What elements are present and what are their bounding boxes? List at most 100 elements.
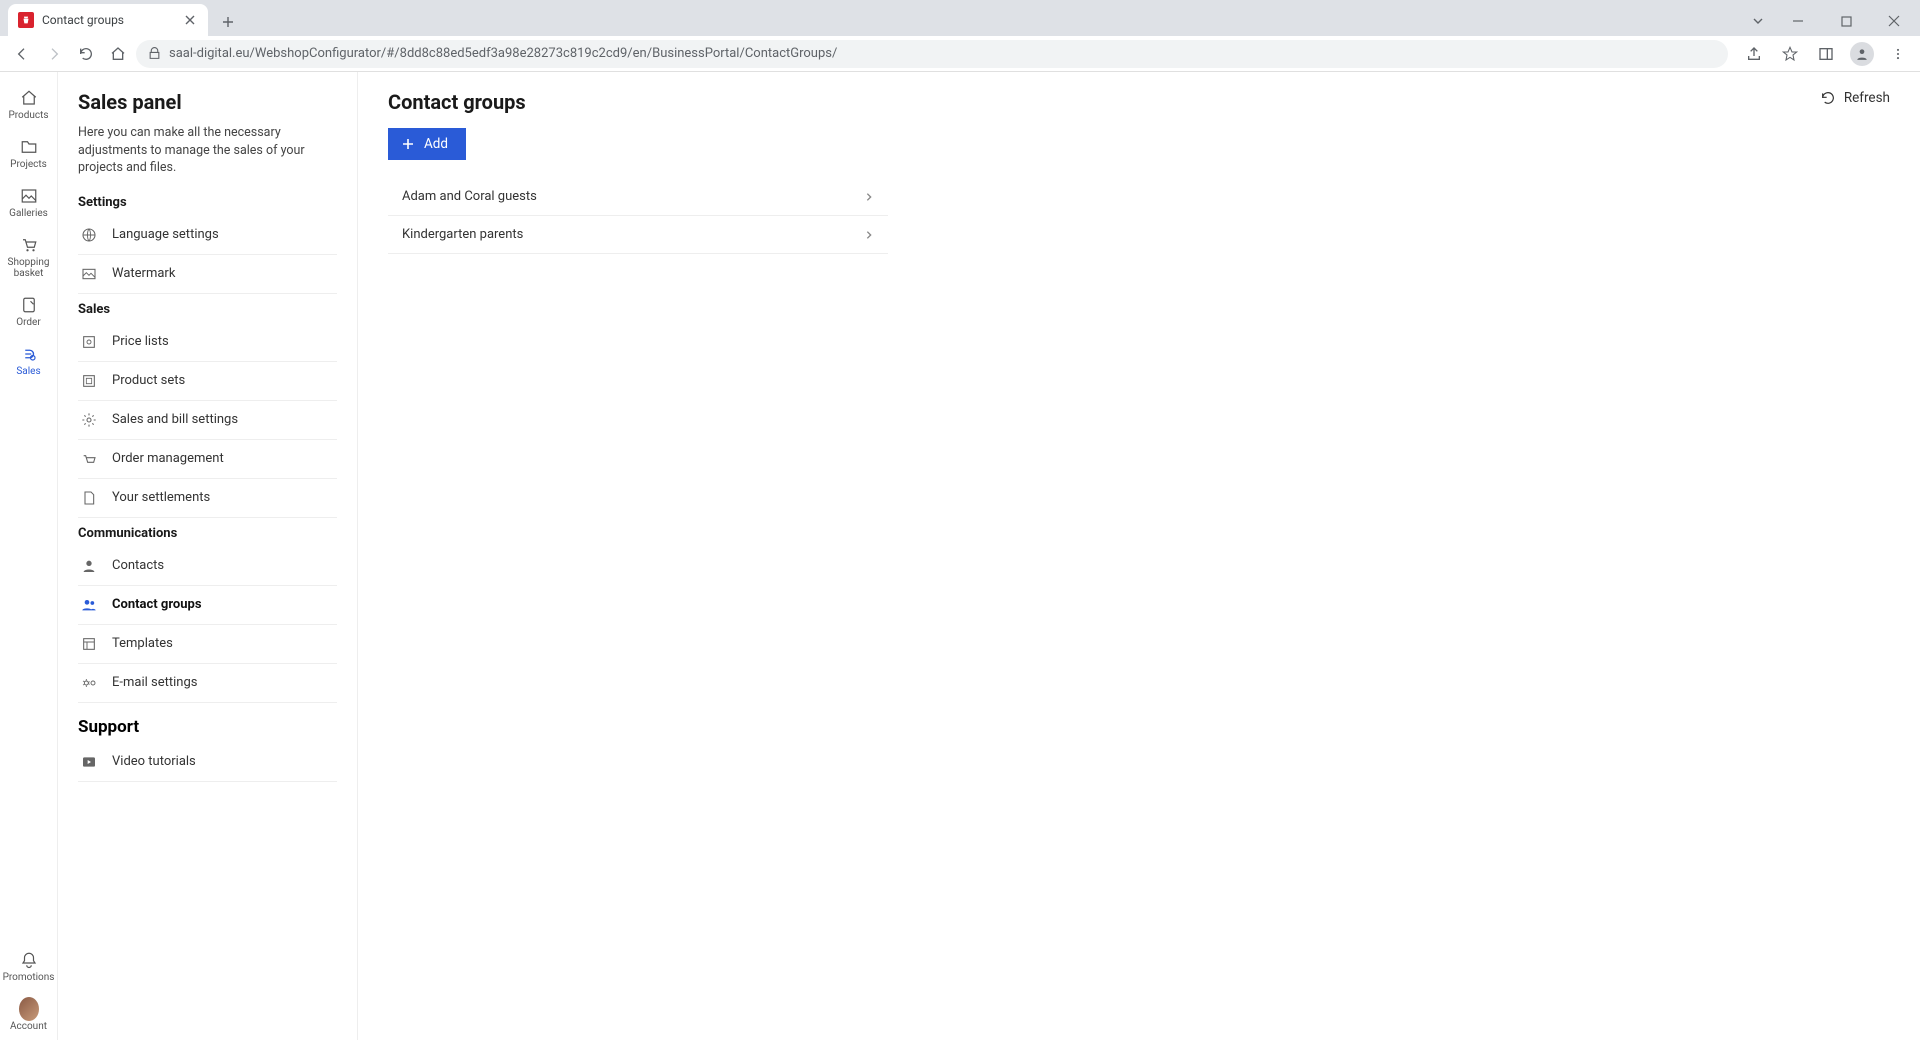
order-icon bbox=[19, 295, 39, 315]
new-tab-button[interactable] bbox=[214, 8, 242, 36]
list-item[interactable]: Adam and Coral guests bbox=[388, 178, 888, 216]
panel-title: Sales panel bbox=[78, 90, 337, 114]
menu-item-order-management[interactable]: Order management bbox=[78, 440, 337, 479]
people-icon bbox=[80, 596, 98, 614]
menu-item-label: Product sets bbox=[112, 373, 185, 388]
menu-item-watermark[interactable]: Watermark bbox=[78, 255, 337, 294]
menu-item-label: Contact groups bbox=[112, 597, 202, 612]
window-close-icon[interactable] bbox=[1872, 6, 1916, 36]
chrome-menu-icon[interactable] bbox=[1884, 40, 1912, 68]
nav-forward-icon[interactable] bbox=[40, 40, 68, 68]
rail-item-basket[interactable]: Shopping basket bbox=[0, 227, 57, 287]
menu-item-label: Watermark bbox=[112, 266, 175, 281]
menu-item-label: Price lists bbox=[112, 334, 169, 349]
close-tab-icon[interactable] bbox=[182, 12, 198, 28]
menu-item-label: Video tutorials bbox=[112, 754, 196, 769]
email-settings-icon bbox=[80, 674, 98, 692]
menu-item-product-sets[interactable]: Product sets bbox=[78, 362, 337, 401]
person-icon bbox=[80, 557, 98, 575]
menu-item-price-lists[interactable]: Price lists bbox=[78, 323, 337, 362]
left-rail: Products Projects Galleries Shopping bas… bbox=[0, 72, 58, 1040]
group-name: Adam and Coral guests bbox=[402, 189, 537, 204]
document-icon bbox=[80, 489, 98, 507]
rail-item-galleries[interactable]: Galleries bbox=[0, 178, 57, 227]
side-panel: Sales panel Here you can make all the ne… bbox=[58, 72, 358, 1040]
nav-reload-icon[interactable] bbox=[72, 40, 100, 68]
window-maximize-icon[interactable] bbox=[1824, 6, 1868, 36]
add-button[interactable]: Add bbox=[388, 128, 466, 160]
share-icon[interactable] bbox=[1740, 40, 1768, 68]
window-minimize-icon[interactable] bbox=[1776, 6, 1820, 36]
folder-icon bbox=[19, 137, 39, 157]
menu-item-label: Order management bbox=[112, 451, 224, 466]
tab-search-icon[interactable] bbox=[1744, 7, 1772, 35]
rail-item-order[interactable]: Order bbox=[0, 287, 57, 336]
rail-item-label: Promotions bbox=[3, 972, 55, 983]
menu-item-label: Language settings bbox=[112, 227, 219, 242]
profile-avatar-icon[interactable] bbox=[1848, 40, 1876, 68]
rail-item-label: Galleries bbox=[9, 208, 48, 219]
menu-item-contact-groups[interactable]: Contact groups bbox=[78, 586, 337, 625]
rail-item-products[interactable]: Products bbox=[0, 80, 57, 129]
tab-favicon-icon bbox=[18, 12, 34, 28]
main-content: Contact groups Refresh Add Adam and Cora… bbox=[358, 72, 1920, 1040]
chevron-right-icon bbox=[864, 230, 874, 240]
section-heading-communications: Communications bbox=[78, 526, 337, 541]
rail-item-label: Account bbox=[10, 1021, 47, 1032]
section-heading-settings: Settings bbox=[78, 195, 337, 210]
globe-icon bbox=[80, 226, 98, 244]
account-avatar-icon bbox=[19, 999, 39, 1019]
gear-icon bbox=[80, 411, 98, 429]
bell-icon bbox=[19, 950, 39, 970]
add-button-label: Add bbox=[424, 136, 448, 152]
product-sets-icon bbox=[80, 372, 98, 390]
menu-item-settlements[interactable]: Your settlements bbox=[78, 479, 337, 518]
page-title: Contact groups bbox=[388, 90, 526, 114]
cart-icon bbox=[19, 235, 39, 255]
plus-icon bbox=[402, 138, 414, 150]
image-icon bbox=[19, 186, 39, 206]
nav-back-icon[interactable] bbox=[8, 40, 36, 68]
rail-item-label: Shopping basket bbox=[0, 257, 57, 279]
menu-item-sales-bill-settings[interactable]: Sales and bill settings bbox=[78, 401, 337, 440]
menu-item-contacts[interactable]: Contacts bbox=[78, 547, 337, 586]
bookmark-star-icon[interactable] bbox=[1776, 40, 1804, 68]
address-bar[interactable]: saal-digital.eu/WebshopConfigurator/#/8d… bbox=[136, 40, 1728, 68]
address-url: saal-digital.eu/WebshopConfigurator/#/8d… bbox=[169, 46, 837, 61]
menu-item-email-settings[interactable]: E-mail settings bbox=[78, 664, 337, 703]
home-icon bbox=[19, 88, 39, 108]
video-icon bbox=[80, 753, 98, 771]
tab-title: Contact groups bbox=[42, 13, 124, 27]
sales-icon bbox=[19, 344, 39, 364]
template-icon bbox=[80, 635, 98, 653]
rail-item-account[interactable]: Account bbox=[0, 991, 57, 1040]
menu-item-label: E-mail settings bbox=[112, 675, 197, 690]
rail-item-label: Sales bbox=[16, 366, 40, 377]
refresh-button[interactable]: Refresh bbox=[1820, 90, 1890, 106]
chevron-right-icon bbox=[864, 192, 874, 202]
menu-item-video-tutorials[interactable]: Video tutorials bbox=[78, 743, 337, 782]
rail-item-label: Projects bbox=[10, 159, 47, 170]
menu-item-label: Contacts bbox=[112, 558, 164, 573]
menu-item-label: Your settlements bbox=[112, 490, 210, 505]
list-item[interactable]: Kindergarten parents bbox=[388, 216, 888, 254]
section-heading-support: Support bbox=[78, 717, 337, 737]
refresh-label: Refresh bbox=[1844, 90, 1890, 106]
browser-toolbar: saal-digital.eu/WebshopConfigurator/#/8d… bbox=[0, 36, 1920, 72]
menu-item-templates[interactable]: Templates bbox=[78, 625, 337, 664]
menu-item-language-settings[interactable]: Language settings bbox=[78, 216, 337, 255]
menu-item-label: Sales and bill settings bbox=[112, 412, 238, 427]
refresh-icon bbox=[1820, 90, 1836, 106]
rail-item-projects[interactable]: Projects bbox=[0, 129, 57, 178]
rail-item-label: Products bbox=[8, 110, 48, 121]
group-name: Kindergarten parents bbox=[402, 227, 523, 242]
rail-item-promotions[interactable]: Promotions bbox=[0, 942, 57, 991]
order-mgmt-icon bbox=[80, 450, 98, 468]
side-panel-icon[interactable] bbox=[1812, 40, 1840, 68]
rail-item-sales[interactable]: Sales bbox=[0, 336, 57, 385]
nav-home-icon[interactable] bbox=[104, 40, 132, 68]
browser-tab-strip: Contact groups bbox=[0, 0, 1920, 36]
browser-tab[interactable]: Contact groups bbox=[8, 4, 208, 36]
panel-description: Here you can make all the necessary adju… bbox=[78, 124, 337, 177]
watermark-icon bbox=[80, 265, 98, 283]
